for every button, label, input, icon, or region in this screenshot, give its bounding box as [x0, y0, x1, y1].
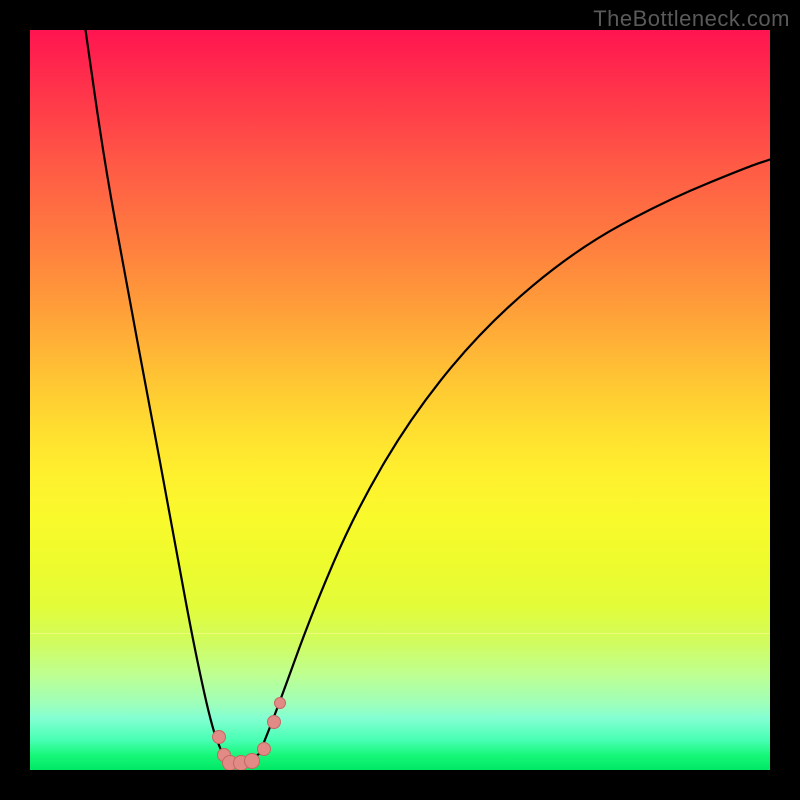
data-markers-layer [30, 30, 770, 770]
data-marker [274, 697, 286, 709]
watermark-text: TheBottleneck.com [593, 6, 790, 32]
data-marker [267, 715, 281, 729]
data-marker [244, 753, 260, 769]
chart-frame: TheBottleneck.com [0, 0, 800, 800]
plot-area [30, 30, 770, 770]
data-marker [212, 730, 226, 744]
data-marker [257, 742, 271, 756]
